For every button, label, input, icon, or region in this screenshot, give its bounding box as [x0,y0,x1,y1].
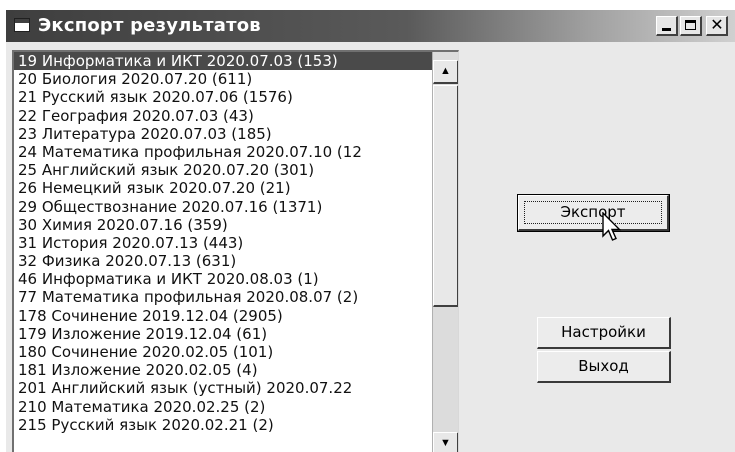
scroll-up-button[interactable]: ▲ [433,60,458,84]
settings-button-label: Настройки [561,323,646,341]
exit-button-label: Выход [578,357,629,375]
list-item[interactable]: 22 География 2020.07.03 (43) [14,107,432,125]
list-item[interactable]: 32 Физика 2020.07.13 (631) [14,252,432,270]
list-item[interactable]: 19 Информатика и ИКТ 2020.07.03 (153) [14,52,432,71]
results-listbox[interactable]: 19 Информатика и ИКТ 2020.07.03 (153) 20 … [12,50,459,452]
maximize-button[interactable] [680,16,702,36]
results-list: 19 Информатика и ИКТ 2020.07.03 (153) 20 … [14,52,432,452]
list-item[interactable]: 31 История 2020.07.13 (443) [14,234,432,252]
exit-button[interactable]: Выход [537,351,671,383]
list-item[interactable]: 201 Английский язык (устный) 2020.07.22 [14,379,432,397]
title-bar[interactable]: Экспорт результатов ✕ [6,10,735,42]
window-title: Экспорт результатов [38,15,261,36]
minimize-button[interactable] [656,16,678,36]
close-button[interactable]: ✕ [706,15,728,36]
list-item[interactable]: 29 Обществознание 2020.07.16 (1371) [14,198,432,216]
scroll-down-button[interactable]: ▼ [433,432,458,452]
list-item[interactable]: 179 Изложение 2019.12.04 (61) [14,325,432,343]
export-results-window: Экспорт результатов ✕ 19 Информатика и И… [4,8,735,452]
scroll-thumb[interactable] [433,85,458,307]
settings-button[interactable]: Настройки [537,317,671,349]
list-item[interactable]: 30 Химия 2020.07.16 (359) [14,216,432,234]
vertical-scrollbar[interactable]: ▲ ▼ [432,52,458,452]
list-item[interactable]: 24 Математика профильная 2020.07.10 (12 [14,143,432,161]
list-item[interactable]: 180 Сочинение 2020.02.05 (101) [14,343,432,361]
list-item[interactable]: 215 Русский язык 2020.02.21 (2) [14,416,432,434]
focus-rectangle [524,201,662,224]
window-icon [14,18,30,32]
list-item[interactable]: 178 Сочинение 2019.12.04 (2905) [14,307,432,325]
list-item[interactable]: 20 Биология 2020.07.20 (611) [14,70,432,88]
list-item[interactable]: 46 Информатика и ИКТ 2020.08.03 (1) [14,270,432,288]
arrow-up-icon: ▲ [440,65,451,77]
list-item[interactable]: 26 Немецкий язык 2020.07.20 (21) [14,179,432,197]
list-item[interactable]: 25 Английский язык 2020.07.20 (301) [14,161,432,179]
list-item[interactable]: 23 Литература 2020.07.03 (185) [14,125,432,143]
list-item[interactable]: 21 Русский язык 2020.07.06 (1576) [14,88,432,106]
list-item[interactable]: 77 Математика профильная 2020.08.07 (2) [14,288,432,306]
list-item[interactable]: 210 Математика 2020.02.25 (2) [14,398,432,416]
list-item[interactable]: 181 Изложение 2020.02.05 (4) [14,361,432,379]
close-icon: ✕ [710,15,724,34]
arrow-down-icon: ▼ [440,437,451,449]
export-button[interactable]: Экспорт [517,194,670,232]
